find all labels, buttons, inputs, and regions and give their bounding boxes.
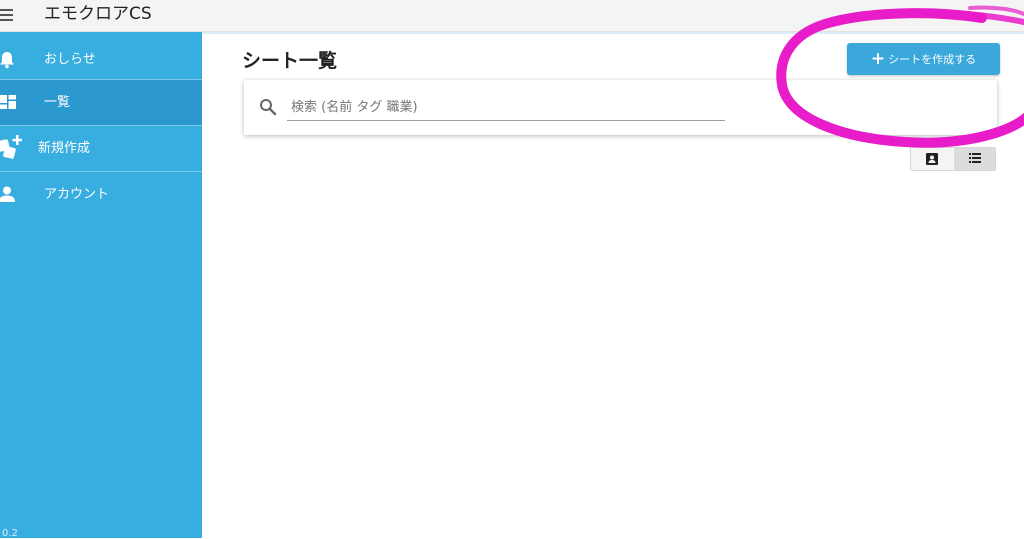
search-card: [244, 80, 997, 135]
sidebar-item-label: おしらせ: [44, 52, 96, 67]
view-toggle: [910, 147, 996, 171]
create-sheet-button-label: シートを作成する: [888, 53, 977, 66]
bell-icon: [0, 51, 15, 73]
list-view-toggle[interactable]: [954, 148, 995, 170]
search-icon: [259, 98, 277, 116]
top-app-bar: エモクロアCS: [0, 0, 1024, 32]
main-content: シート一覧 + シートを作成する: [202, 32, 1024, 538]
dice-add-icon: [0, 134, 23, 166]
sidebar-item-new[interactable]: 新規作成: [0, 126, 202, 171]
page-title: シート一覧: [242, 50, 338, 72]
sidebar-item-label: 一覧: [44, 95, 71, 110]
plus-icon: +: [870, 49, 886, 69]
sidebar-item-account[interactable]: アカウント: [0, 172, 202, 217]
card-view-toggle[interactable]: [911, 148, 953, 170]
sidebar-item-news[interactable]: おしらせ: [0, 37, 202, 82]
dashboard-icon: [0, 95, 16, 113]
version-label: 0.2: [2, 528, 18, 539]
person-icon: [0, 186, 15, 206]
sidebar: おしらせ 一覧 新規作成 アカウント 0.2: [0, 32, 202, 539]
sidebar-item-label: 新規作成: [38, 141, 91, 156]
hamburger-menu-icon[interactable]: [0, 7, 16, 23]
sidebar-item-label: アカウント: [44, 187, 110, 202]
sidebar-item-list[interactable]: 一覧: [0, 80, 202, 125]
create-sheet-button[interactable]: + シートを作成する: [847, 43, 1000, 75]
search-input[interactable]: [287, 94, 725, 121]
app-title: エモクロアCS: [44, 4, 152, 24]
